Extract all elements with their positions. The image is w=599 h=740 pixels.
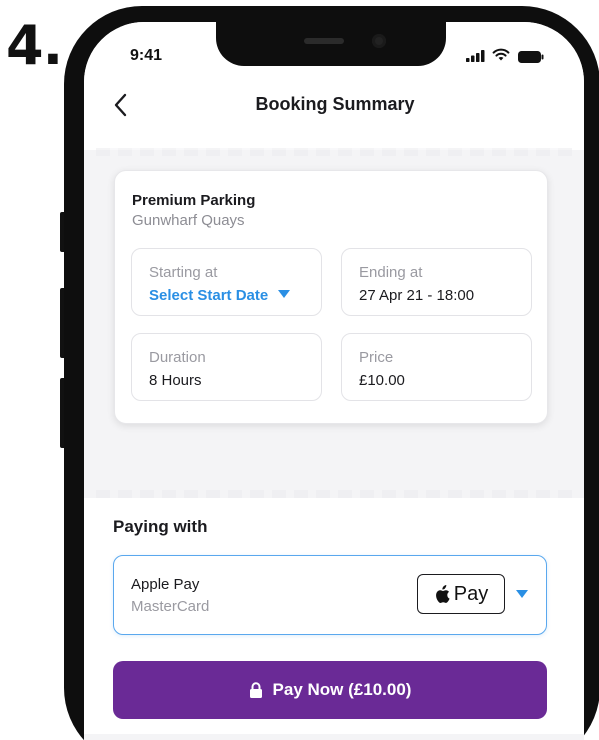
caret-down-icon[interactable] (516, 590, 528, 598)
price-label: Price (359, 349, 394, 366)
pay-now-label: Pay Now (£10.00) (272, 680, 412, 699)
pay-now-button[interactable]: Pay Now (£10.00) (113, 661, 547, 719)
start-date-field[interactable]: Starting at Select Start Date (131, 248, 322, 316)
chevron-left-icon[interactable] (110, 90, 134, 120)
parking-location: Gunwharf Quays (132, 212, 245, 229)
start-date-value: Select Start Date (149, 287, 269, 304)
booking-card: Premium Parking Gunwharf Quays Starting … (114, 170, 548, 424)
signal-icon (466, 50, 485, 62)
caret-down-icon (278, 290, 291, 298)
step-number: 4. (6, 14, 63, 77)
payment-method-selector[interactable]: Apple Pay MasterCard Pay (113, 555, 547, 635)
end-date-value: 27 Apr 21 - 18:00 (359, 287, 475, 304)
parking-name: Premium Parking (132, 192, 256, 209)
battery-icon (518, 51, 544, 63)
start-date-select[interactable]: Select Start Date (149, 287, 291, 304)
end-date-label: Ending at (359, 264, 423, 281)
status-icons (466, 48, 556, 64)
apple-pay-badge-text: Pay (453, 582, 489, 605)
payment-method-name: Apple Pay (131, 576, 200, 593)
canvas: 4. 9:41 Booking Summary Premium Parking … (0, 0, 599, 740)
header-divider (96, 148, 572, 156)
wifi-icon (492, 48, 510, 61)
duration-field: Duration 8 Hours (131, 333, 322, 401)
lock-icon (249, 682, 262, 698)
price-value: £10.00 (359, 372, 405, 389)
paying-with-heading: Paying with (113, 517, 208, 536)
apple-pay-badge: Pay (417, 574, 505, 614)
payment-card-type: MasterCard (131, 598, 210, 615)
apple-logo-icon (435, 584, 450, 603)
front-camera (372, 34, 386, 48)
page-title: Booking Summary (255, 94, 415, 114)
speaker (304, 38, 344, 44)
section-divider (96, 490, 572, 498)
duration-value: 8 Hours (149, 372, 202, 389)
end-date-field: Ending at 27 Apr 21 - 18:00 (341, 248, 532, 316)
price-field: Price £10.00 (341, 333, 532, 401)
phone-notch (216, 18, 446, 66)
status-time: 9:41 (130, 47, 163, 64)
start-date-label: Starting at (149, 264, 218, 281)
bottom-strip (84, 734, 584, 740)
duration-label: Duration (149, 349, 206, 366)
